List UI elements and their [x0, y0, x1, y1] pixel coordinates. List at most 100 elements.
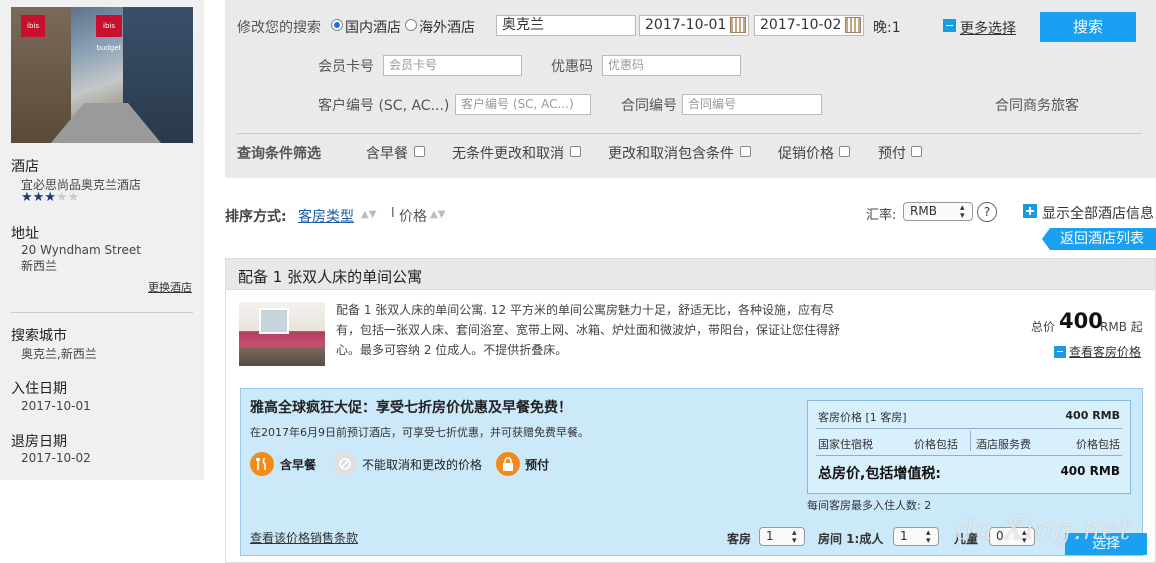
- no-cancel-icon: [333, 452, 357, 476]
- collapse-icon[interactable]: [943, 19, 956, 32]
- badge-no-cancel: 不能取消和更改的价格: [362, 458, 483, 472]
- star-icon: ★: [32, 190, 45, 205]
- sort-by-room-type[interactable]: 客房类型: [298, 206, 354, 226]
- rate-terms-link[interactable]: 查看该价格销售条款: [250, 529, 358, 546]
- nights-count: 晚:1: [873, 20, 901, 36]
- hotel-photo: ibis ibis budget: [11, 7, 193, 143]
- star-icon: ★: [21, 190, 33, 205]
- address-label: 地址: [11, 226, 39, 242]
- rooms-label: 客房: [727, 532, 752, 546]
- room-photo[interactable]: [239, 302, 325, 366]
- filter-divider: [237, 133, 1142, 134]
- filter-conditional-cancel-checkbox[interactable]: [740, 146, 751, 157]
- collapse-icon[interactable]: [1054, 346, 1066, 358]
- room-price-value: 400 RMB: [1065, 409, 1120, 422]
- hotel-sign: ibis budget: [96, 15, 122, 52]
- rooms-select[interactable]: 1: [759, 527, 805, 546]
- total-price-suffix: RMB 起: [1100, 320, 1143, 334]
- checkout-label: 退房日期: [11, 434, 67, 450]
- badge-prepay: 预付: [525, 458, 550, 472]
- checkin-label: 入住日期: [11, 381, 67, 397]
- customer-id-label: 客户编号 (SC, AC...): [318, 98, 450, 114]
- adults-select[interactable]: 1: [893, 527, 939, 546]
- sort-by-price[interactable]: 价格: [399, 206, 427, 226]
- filter-free-cancel-label: 无条件更改和取消: [452, 146, 564, 162]
- service-fee-label: 酒店服务费: [976, 438, 1031, 451]
- expand-icon[interactable]: [1023, 204, 1037, 218]
- promo-title: 雅高全球疯狂大促：享受七折房价优惠及早餐免费！: [250, 400, 572, 416]
- service-fee-value: 价格包括: [1076, 438, 1120, 451]
- room-price-label: 客房价格 [1 客房]: [818, 411, 907, 424]
- hotel-sidebar: ibis ibis budget 酒店 宜必思尚品奥克兰酒店 ★★★★★ 地址 …: [0, 0, 204, 480]
- badge-breakfast: 含早餐: [280, 458, 317, 472]
- contract-input[interactable]: 合同编号: [682, 94, 822, 115]
- help-icon[interactable]: ?: [977, 202, 997, 222]
- corporate-traveler-link[interactable]: 合同商务旅客: [995, 95, 1079, 115]
- show-all-hotel-info[interactable]: 显示全部酒店信息: [1042, 203, 1154, 223]
- sort-arrows-icon[interactable]: ▲▼: [361, 209, 376, 220]
- back-to-list-button[interactable]: 返回酒店列表: [1042, 228, 1156, 250]
- checkin-value: 2017-10-01: [21, 399, 91, 413]
- tax-label: 国家住宿税: [818, 438, 873, 451]
- filter-conditional-cancel-label: 更改和取消包含条件: [608, 146, 734, 162]
- hotel-label: 酒店: [11, 159, 39, 175]
- city-input[interactable]: 奥克兰: [496, 15, 636, 36]
- search-panel: 修改您的搜索 国内酒店 海外酒店 奥克兰 2017-10-01 2017-10-…: [225, 0, 1156, 178]
- domestic-label: 国内酒店: [345, 20, 401, 36]
- filter-free-cancel-checkbox[interactable]: [570, 146, 581, 157]
- domestic-radio[interactable]: [331, 19, 343, 31]
- adults-label: 房间 1:成人: [818, 532, 884, 546]
- adults-value: 1: [900, 529, 908, 543]
- total-room-price-label: 总房价,包括增值税:: [818, 466, 941, 482]
- filter-breakfast-checkbox[interactable]: [414, 146, 425, 157]
- promo-code-input[interactable]: 优惠码: [602, 55, 741, 76]
- promo-subtitle: 在2017年6月9日前预订酒店，可享受七折优惠，并可获赠免费早餐。: [250, 426, 589, 439]
- total-room-price-value: 400 RMB: [1060, 464, 1120, 478]
- sort-label: 排序方式:: [225, 209, 287, 225]
- room-header: 配备 1 张双人床的单间公寓: [226, 259, 1155, 290]
- promo-code-label: 优惠码: [551, 59, 593, 75]
- max-guests: 每间客房最多入住人数: 2: [807, 499, 932, 512]
- address-line2: 新西兰: [21, 259, 58, 273]
- calendar-icon[interactable]: [730, 17, 746, 33]
- filter-promo-label: 促销价格: [778, 146, 834, 162]
- sort-arrows-icon[interactable]: ▲▼: [430, 209, 445, 220]
- city-value: 奥克兰,新西兰: [21, 347, 97, 361]
- overseas-radio[interactable]: [405, 19, 417, 31]
- filter-prepay-label: 预付: [878, 146, 906, 162]
- filter-label: 查询条件筛选: [237, 146, 321, 162]
- star-empty-icon: ★: [55, 190, 68, 205]
- filter-promo-checkbox[interactable]: [839, 146, 850, 157]
- filter-breakfast-label: 含早餐: [366, 146, 408, 162]
- calendar-icon[interactable]: [845, 17, 861, 33]
- filter-prepay-checkbox[interactable]: [911, 146, 922, 157]
- room-title: 配备 1 张双人床的单间公寓: [238, 268, 423, 286]
- hotel-sign-left: ibis: [21, 15, 45, 37]
- hotel-star-rating: ★★★★★: [21, 190, 79, 205]
- watermark: du Xing.net: [956, 513, 1132, 546]
- member-label: 会员卡号: [318, 59, 374, 75]
- currency-select[interactable]: RMB: [903, 202, 973, 221]
- city-label: 搜索城市: [11, 328, 67, 344]
- lock-icon: [496, 452, 520, 476]
- address-line1: 20 Wyndham Street: [21, 243, 141, 257]
- checkout-value: 2017-10-02: [21, 451, 91, 465]
- overseas-label: 海外酒店: [419, 20, 475, 36]
- tax-value: 价格包括: [914, 438, 958, 451]
- view-room-prices-link[interactable]: 查看客房价格: [1069, 343, 1141, 360]
- modify-search-label: 修改您的搜索: [237, 20, 321, 36]
- customer-id-input[interactable]: 客户编号 (SC, AC...): [455, 94, 591, 115]
- breakfast-icon: [250, 452, 274, 476]
- total-price-prefix: 总价: [1031, 320, 1056, 334]
- currency-value: RMB: [910, 204, 937, 218]
- contract-label: 合同编号: [621, 98, 677, 114]
- rooms-value: 1: [766, 529, 774, 543]
- star-empty-icon: ★: [67, 190, 80, 205]
- more-options-link[interactable]: 更多选择: [960, 18, 1016, 38]
- currency-label: 汇率:: [866, 208, 897, 223]
- change-hotel-link[interactable]: 更换酒店: [148, 279, 192, 295]
- price-breakdown: 客房价格 [1 客房] 400 RMB 国家住宿税 价格包括 酒店服务费 价格包…: [807, 400, 1131, 494]
- member-input[interactable]: 会员卡号: [383, 55, 522, 76]
- sidebar-divider: [11, 312, 193, 313]
- search-button[interactable]: 搜索: [1040, 12, 1136, 42]
